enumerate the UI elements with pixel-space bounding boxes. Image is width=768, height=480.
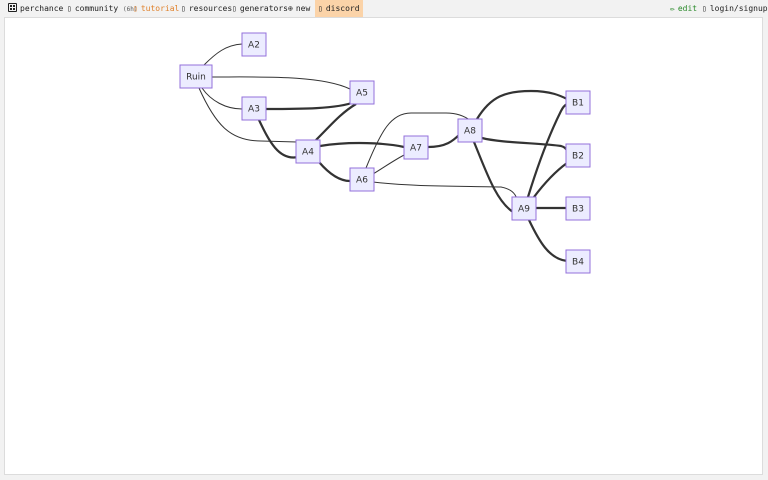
new-label: new [295, 4, 311, 13]
node-label: A6 [356, 176, 368, 186]
node-label: A3 [248, 105, 260, 115]
node-a4: A4 [295, 139, 321, 164]
edge-a8-a9 [472, 141, 514, 213]
edge-a9-b2 [533, 162, 568, 198]
node-ruin: Ruin [179, 64, 213, 89]
login-label: login/signup [709, 4, 768, 13]
node-a7: A7 [403, 135, 429, 160]
node-label: B1 [572, 99, 584, 109]
generators-link[interactable]: ▯ generators [232, 0, 288, 17]
edge-a3-a5 [265, 100, 356, 111]
node-a5: A5 [349, 80, 375, 105]
node-label: B3 [572, 205, 584, 215]
top-nav-bar: perchance ▯ community (6h) ▯ tutorial ▯ res… [0, 0, 768, 17]
edge-a8-b1 [476, 89, 568, 120]
node-label: B2 [572, 152, 584, 162]
node-a2: A2 [241, 32, 267, 57]
node-label: A2 [248, 41, 260, 51]
new-link[interactable]: ⊕ new [288, 0, 310, 17]
edge-a6-a7 [372, 153, 407, 175]
edge-a9-b4 [528, 219, 568, 263]
node-label: A7 [410, 144, 422, 154]
tutorial-icon: ▯ [133, 4, 138, 13]
generators-label: generators [239, 4, 288, 13]
login-icon: ▯ [702, 4, 707, 13]
resources-link[interactable]: ▯ resources [181, 0, 232, 17]
edge-a8-b2 [481, 136, 569, 152]
node-label: A8 [464, 127, 476, 137]
edit-link[interactable]: ✏ edit [670, 0, 697, 17]
pencil-icon: ✏ [670, 4, 675, 13]
community-link[interactable]: ▯ community (6h) [67, 0, 137, 17]
edge-ruin-a5 [211, 76, 351, 90]
node-b4: B4 [565, 249, 591, 274]
node-label: A5 [356, 89, 368, 99]
node-a8: A8 [457, 118, 483, 143]
resources-icon: ▯ [181, 4, 186, 13]
perchance-logo-icon [8, 3, 17, 12]
node-b1: B1 [565, 90, 591, 115]
node-b2: B2 [565, 143, 591, 168]
node-a6: A6 [349, 167, 375, 192]
edge-a7-a8 [427, 133, 461, 149]
brand-label: perchance [20, 4, 64, 13]
flowchart-diagram: Ruin A2 A3 A4 A5 A6 A7 A8 A9 B1 B2 B3 B4 [179, 32, 591, 274]
node-label: B4 [572, 258, 584, 268]
generators-icon: ▯ [232, 4, 237, 13]
generator-output-panel: Ruin A2 A3 A4 A5 A6 A7 A8 A9 B1 B2 B3 B4 [4, 17, 763, 475]
node-label: Ruin [186, 73, 206, 83]
resources-label: resources [188, 4, 233, 13]
discord-link[interactable]: ▯ discord [315, 0, 363, 17]
edge-a4-a5 [315, 103, 357, 141]
edge-a9-b1 [526, 103, 568, 198]
node-a9: A9 [511, 196, 537, 221]
edge-a4-a7 [319, 141, 405, 149]
tutorial-link[interactable]: ▯ tutorial [133, 0, 179, 17]
brand-link[interactable]: perchance [8, 0, 63, 17]
discord-icon: ▯ [318, 4, 323, 13]
tutorial-label: tutorial [140, 4, 180, 13]
edge-a3-a4 [258, 119, 299, 159]
node-b3: B3 [565, 196, 591, 221]
node-label: A9 [518, 205, 530, 215]
login-link[interactable]: ▯ login/signup [702, 0, 768, 17]
discord-label: discord [325, 4, 360, 13]
node-a3: A3 [241, 96, 267, 121]
edge-ruin-a2 [203, 43, 243, 66]
edge-a4-a6 [318, 161, 351, 183]
community-icon: ▯ [67, 4, 72, 13]
plus-circle-icon: ⊕ [288, 4, 293, 13]
community-label: community [74, 4, 119, 13]
node-label: A4 [302, 148, 314, 158]
edit-label: edit [677, 4, 698, 13]
